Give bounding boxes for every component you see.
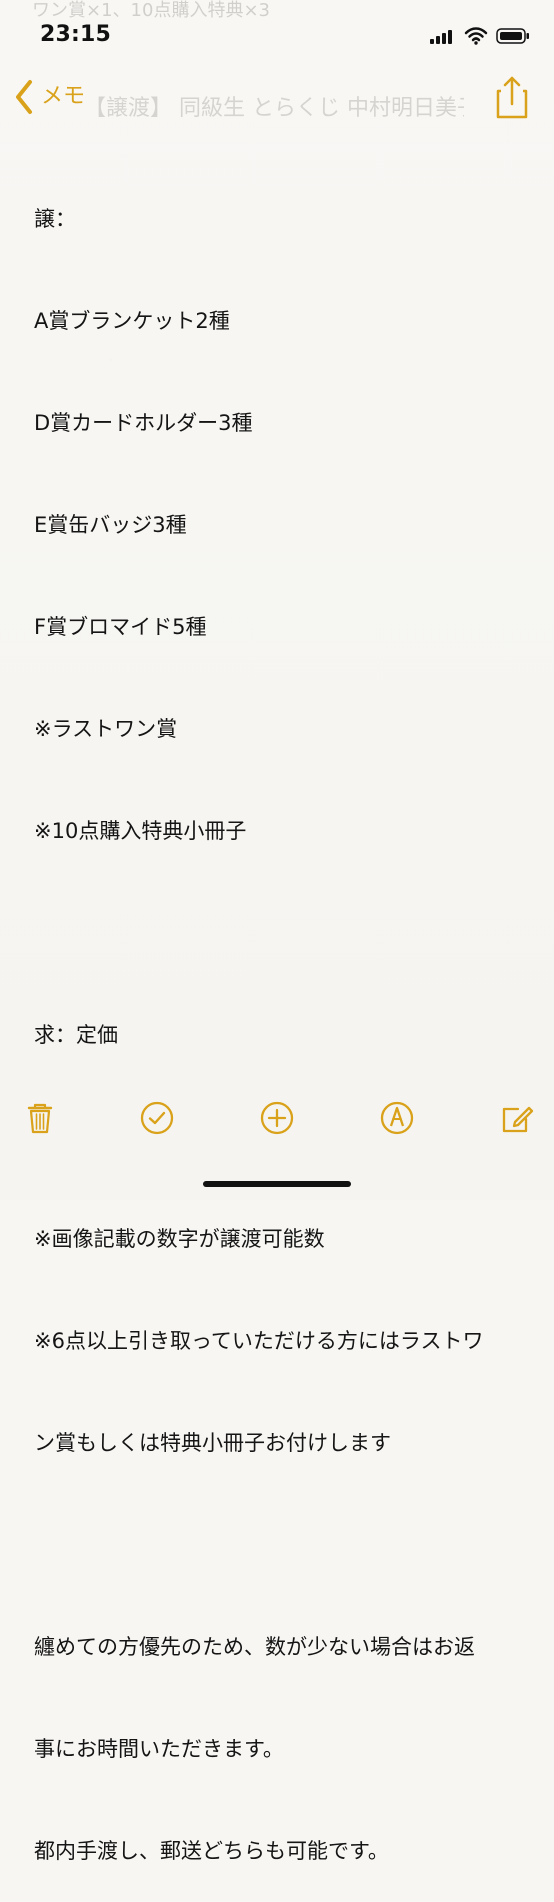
trash-icon: [27, 1103, 53, 1134]
back-button[interactable]: メモ: [12, 72, 107, 122]
clock: 23:15: [40, 22, 112, 47]
back-button-label: メモ: [41, 84, 86, 109]
wifi-icon: [464, 27, 488, 45]
note-line: D賞カードホルダー3種: [34, 411, 253, 435]
note-line: [34, 1528, 522, 1562]
draw-icon: [380, 1101, 414, 1135]
note-line: 事にお時間いただきます。: [34, 1737, 284, 1761]
add-button[interactable]: [258, 1099, 296, 1137]
note-line: ※10点購入特典小冊子: [34, 819, 247, 843]
status-bar-background-text: ワン賞×1、10点購入特典×3: [32, 0, 270, 21]
note-line: 纏めての方優先のため、数が少ない場合はお返: [34, 1635, 475, 1659]
note-line: ン賞もしくは特典小冊子お付けします: [34, 1431, 391, 1455]
delete-button[interactable]: [21, 1099, 59, 1137]
navigation-bar: 【譲渡】 同級生 とらくじ 中村明日美子 メモ: [0, 64, 554, 136]
bottom-toolbar: [0, 1083, 554, 1145]
checklist-icon: [140, 1101, 174, 1135]
compose-button[interactable]: [498, 1099, 536, 1137]
note-line: ※画像記載の数字が譲渡可能数: [34, 1227, 325, 1251]
note-line: F賞ブロマイド5種: [34, 615, 207, 639]
checklist-button[interactable]: [138, 1099, 176, 1137]
note-line: ※ラストワン賞: [34, 717, 178, 741]
battery-icon: [496, 28, 529, 44]
compose-icon: [502, 1106, 534, 1133]
share-icon[interactable]: [494, 74, 530, 120]
note-line: E賞缶バッジ3種: [34, 513, 187, 537]
note-line: [34, 916, 522, 950]
status-bar: ワン賞×1、10点購入特典×3 23:15: [0, 0, 554, 60]
note-body[interactable]: 譲： A賞ブランケット2種 D賞カードホルダー3種 E賞缶バッジ3種 F賞ブロマ…: [34, 134, 522, 1902]
note-line: ※6点以上引き取っていただける方にはラストワ: [34, 1329, 484, 1353]
note-line: 求：定価: [34, 1023, 118, 1047]
navigation-background-title: 【譲渡】 同級生 とらくじ 中村明日美子: [84, 96, 464, 121]
note-line: 譲：: [34, 207, 76, 231]
chevron-left-icon: [16, 80, 32, 114]
note-line: A賞ブランケット2種: [34, 309, 230, 333]
add-icon: [260, 1101, 294, 1135]
draw-button[interactable]: [378, 1099, 416, 1137]
note-line: 都内手渡し、郵送どちらも可能です。: [34, 1839, 389, 1863]
home-indicator[interactable]: [203, 1181, 351, 1187]
cellular-signal-icon: [430, 30, 452, 44]
